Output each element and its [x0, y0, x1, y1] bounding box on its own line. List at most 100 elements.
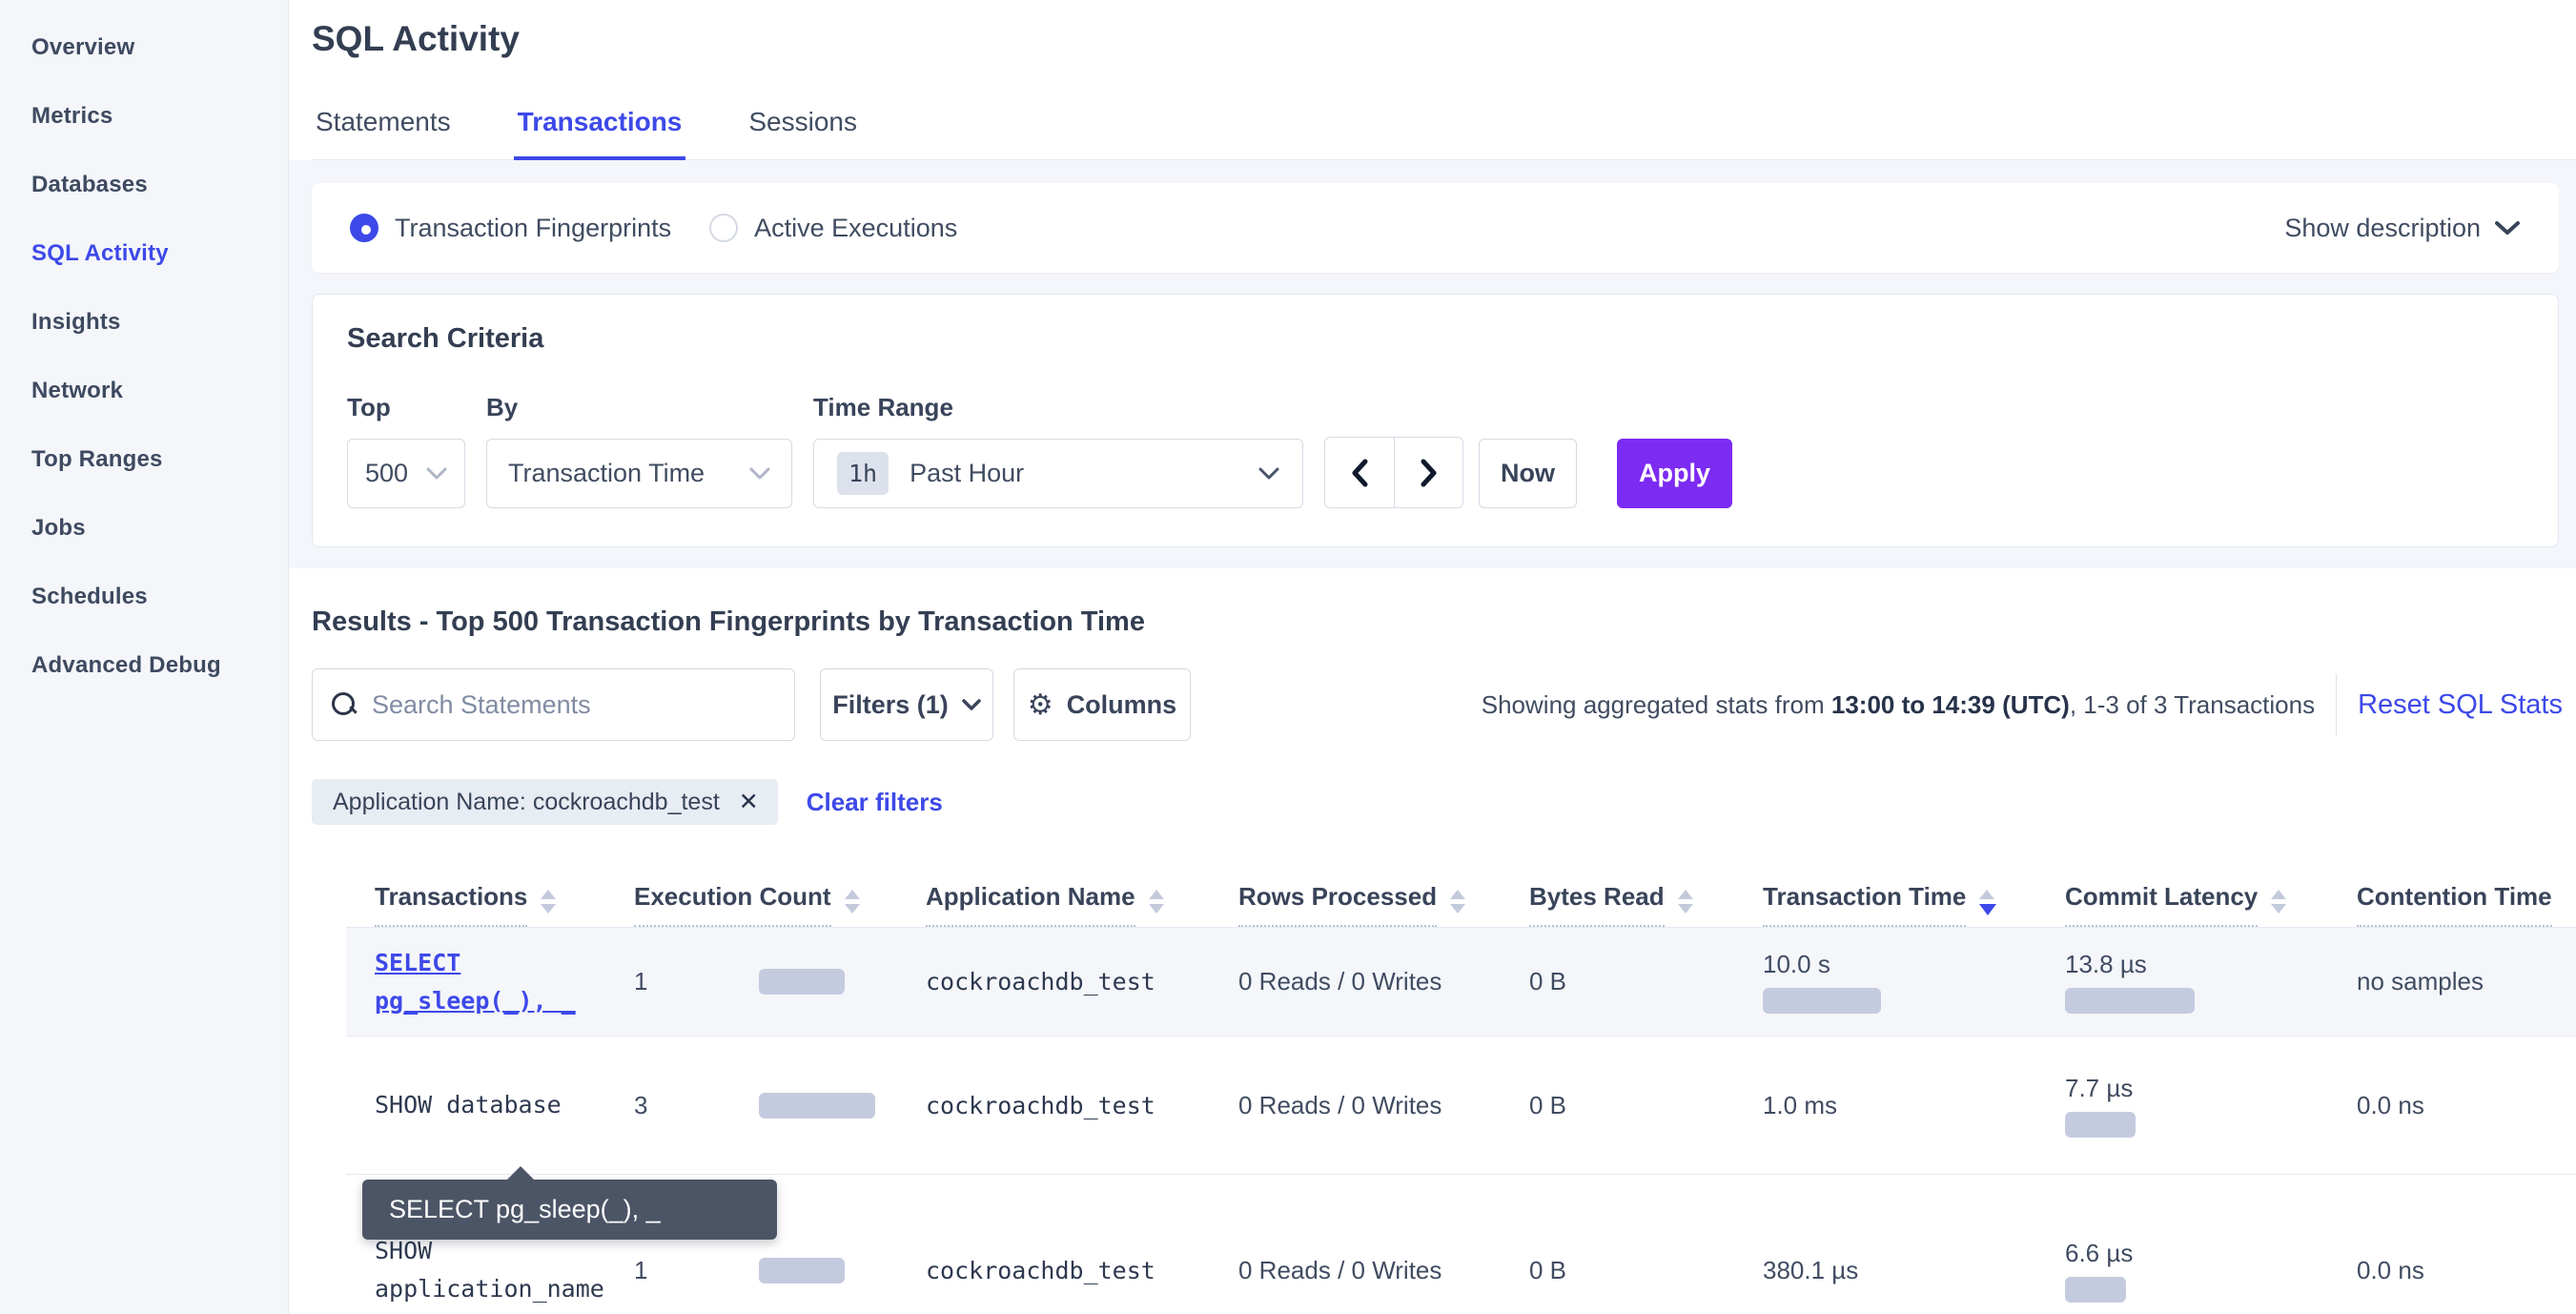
by-field: By Transaction Time: [486, 393, 792, 508]
top-label: Top: [347, 393, 465, 422]
by-select[interactable]: Transaction Time: [486, 439, 792, 508]
stats-suffix: , 1-3 of 3 Transactions: [2070, 690, 2315, 719]
execution-count-value: 3: [634, 1091, 759, 1120]
chevron-down-icon: [1258, 467, 1279, 481]
search-statements-input[interactable]: [372, 690, 775, 720]
page-title: SQL Activity: [312, 19, 2576, 59]
results-section: Results - Top 500 Transaction Fingerprin…: [289, 568, 2576, 1314]
sidebar-item-jobs[interactable]: Jobs: [0, 494, 288, 563]
time-nav-buttons: [1324, 437, 1463, 508]
radio-label: Transaction Fingerprints: [395, 214, 671, 243]
bytes-read-value: 0 B: [1529, 967, 1566, 996]
top-field: Top 500: [347, 393, 465, 508]
apply-button[interactable]: Apply: [1617, 439, 1732, 508]
transactions-table: Transactions Execution Count Application…: [346, 848, 2576, 1314]
sort-icon[interactable]: [1450, 890, 1465, 914]
next-time-button[interactable]: [1394, 438, 1462, 507]
clear-filters-link[interactable]: Clear filters: [807, 788, 943, 817]
execution-count-value: 1: [634, 967, 759, 996]
sort-icon[interactable]: [1149, 890, 1164, 914]
cell-contention-time: 0.0 ns: [2357, 1175, 2576, 1314]
filters-button[interactable]: Filters (1): [820, 668, 993, 741]
sidebar-item-network[interactable]: Network: [0, 357, 288, 425]
stats-range: 13:00 to 14:39 (UTC): [1831, 690, 2070, 719]
cell-transaction-time: 380.1 µs: [1763, 1175, 2065, 1314]
column-label: Transactions: [375, 882, 527, 927]
columns-label: Columns: [1067, 690, 1177, 720]
bytes-read-value: 0 B: [1529, 1091, 1566, 1120]
cell-bytes-read: 0 B: [1529, 1037, 1763, 1174]
tab-transactions[interactable]: Transactions: [514, 97, 686, 160]
cell-application-name: cockroachdb_test: [926, 1037, 1238, 1174]
time-range-select[interactable]: 1h Past Hour: [813, 439, 1303, 508]
sidebar-item-top-ranges[interactable]: Top Ranges: [0, 425, 288, 494]
now-button[interactable]: Now: [1479, 439, 1577, 508]
transaction-fingerprint-text[interactable]: SHOW database: [375, 1086, 613, 1124]
table-row[interactable]: SELECT pg_sleep(_), _ 1 cockroachdb_test…: [346, 927, 2576, 1036]
column-header-bytes-read[interactable]: Bytes Read: [1529, 848, 1763, 927]
commit-latency-value: 13.8 µs: [2065, 950, 2195, 979]
column-label: Execution Count: [634, 882, 831, 927]
commit-latency-bar: [2065, 1277, 2126, 1303]
radio-unselected-icon: [709, 214, 738, 242]
sidebar-item-advanced-debug[interactable]: Advanced Debug: [0, 631, 288, 700]
tab-statements[interactable]: Statements: [312, 97, 455, 159]
column-header-transactions[interactable]: Transactions: [346, 848, 634, 927]
application-name-value: cockroachdb_test: [926, 1092, 1155, 1119]
radio-active-executions[interactable]: Active Executions: [709, 214, 957, 243]
transaction-fingerprint-link[interactable]: SELECT pg_sleep(_), _: [375, 944, 613, 1020]
sidebar-item-insights[interactable]: Insights: [0, 288, 288, 357]
column-header-commit-latency[interactable]: Commit Latency: [2065, 848, 2357, 927]
sidebar-item-metrics[interactable]: Metrics: [0, 82, 288, 151]
transaction-time-value: 1.0 ms: [1763, 1091, 1837, 1120]
close-icon[interactable]: ✕: [739, 788, 759, 816]
rows-processed-value: 0 Reads / 0 Writes: [1238, 1256, 1441, 1285]
stats-prefix: Showing aggregated stats from: [1482, 690, 1831, 719]
column-label: Contention Time: [2357, 882, 2552, 927]
radio-transaction-fingerprints[interactable]: Transaction Fingerprints: [350, 214, 671, 243]
sidebar-item-overview[interactable]: Overview: [0, 13, 288, 82]
tab-sessions[interactable]: Sessions: [745, 97, 861, 159]
by-select-value: Transaction Time: [508, 459, 705, 488]
cell-contention-time: 0.0 ns: [2357, 1037, 2576, 1174]
column-label: Commit Latency: [2065, 882, 2258, 927]
column-header-execution-count[interactable]: Execution Count: [634, 848, 926, 927]
tab-bar: Statements Transactions Sessions: [312, 97, 2576, 160]
reset-sql-stats-link[interactable]: Reset SQL Stats: [2358, 689, 2576, 721]
transaction-fingerprint-text[interactable]: SHOW application_name: [375, 1232, 613, 1308]
column-header-application-name[interactable]: Application Name: [926, 848, 1238, 927]
cell-application-name: cockroachdb_test: [926, 928, 1238, 1036]
sort-icon[interactable]: [2271, 890, 2286, 914]
chevron-left-icon: [1350, 459, 1369, 487]
filter-chip-application-name: Application Name: cockroachdb_test ✕: [312, 779, 778, 825]
sidebar-item-sql-activity[interactable]: SQL Activity: [0, 219, 288, 288]
bytes-read-value: 0 B: [1529, 1256, 1566, 1285]
application-name-value: cockroachdb_test: [926, 968, 1155, 996]
cell-transaction: SHOW database: [346, 1037, 634, 1174]
vertical-divider: [2336, 674, 2337, 735]
cell-application-name: cockroachdb_test: [926, 1175, 1238, 1314]
columns-button[interactable]: ⚙ Columns: [1013, 668, 1191, 741]
by-label: By: [486, 393, 792, 422]
top-select[interactable]: 500: [347, 439, 465, 508]
rows-processed-value: 0 Reads / 0 Writes: [1238, 1091, 1441, 1120]
sort-icon[interactable]: [1678, 890, 1693, 914]
column-header-transaction-time[interactable]: Transaction Time: [1763, 848, 2065, 927]
show-description-toggle[interactable]: Show description: [2284, 214, 2521, 243]
column-header-rows-processed[interactable]: Rows Processed: [1238, 848, 1529, 927]
radio-selected-icon: [350, 214, 378, 242]
sort-icon[interactable]: [541, 890, 556, 914]
previous-time-button[interactable]: [1325, 438, 1394, 507]
cell-transaction-time: 10.0 s: [1763, 928, 2065, 1036]
cell-bytes-read: 0 B: [1529, 928, 1763, 1036]
table-row[interactable]: SHOW database 3 cockroachdb_test 0 Reads…: [346, 1036, 2576, 1174]
column-header-contention-time[interactable]: Contention Time: [2357, 848, 2576, 927]
rows-processed-value: 0 Reads / 0 Writes: [1238, 967, 1441, 996]
time-range-badge: 1h: [837, 452, 889, 495]
sort-icon[interactable]: [1979, 890, 1996, 915]
search-criteria-title: Search Criteria: [347, 323, 2524, 355]
radio-label: Active Executions: [754, 214, 957, 243]
sidebar-item-schedules[interactable]: Schedules: [0, 563, 288, 631]
sort-icon[interactable]: [845, 890, 860, 914]
sidebar-item-databases[interactable]: Databases: [0, 151, 288, 219]
